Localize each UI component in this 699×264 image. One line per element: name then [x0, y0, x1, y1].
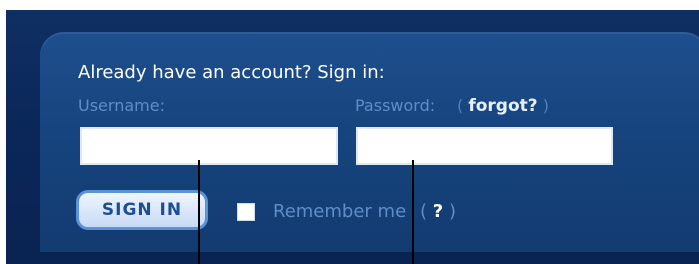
forgot-close-paren: ) — [542, 96, 549, 115]
help-close-paren: ) — [448, 201, 456, 222]
remember-me-label: Remember me — [273, 201, 407, 222]
sign-in-heading: Already have an account? Sign in: — [78, 62, 385, 83]
forgot-open-paren: ( — [457, 96, 464, 115]
remember-me-checkbox[interactable] — [237, 203, 255, 221]
help-open-paren: ( — [420, 201, 428, 222]
username-label: Username: — [78, 96, 165, 115]
remember-help-group: ( ? ) — [420, 201, 456, 222]
username-input[interactable] — [80, 127, 338, 165]
forgot-password-group: ( forgot? ) — [457, 96, 549, 116]
sign-in-button[interactable]: SIGN IN — [76, 190, 208, 230]
forgot-password-link[interactable]: forgot? — [468, 96, 537, 116]
login-screen: Already have an account? Sign in: Userna… — [0, 0, 699, 264]
remember-help-link[interactable]: ? — [433, 201, 443, 222]
mouse-cursor-line-left — [198, 160, 200, 264]
password-label: Password: — [355, 96, 436, 115]
password-input[interactable] — [356, 127, 613, 165]
mouse-cursor-line-right — [412, 160, 414, 264]
